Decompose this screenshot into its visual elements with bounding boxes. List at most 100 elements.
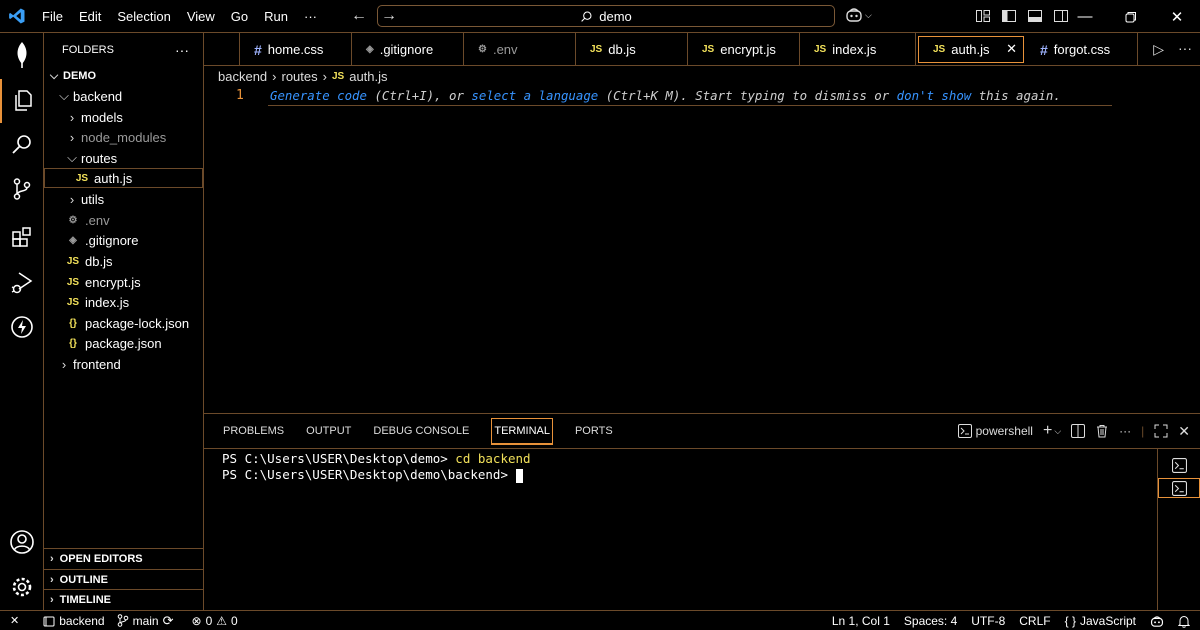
status-problems[interactable]: ⊗ 0 ⚠ 0 (180, 614, 244, 628)
tab-encrypt-js[interactable]: JS encrypt.js (688, 33, 800, 66)
status-branch[interactable]: main ⟳ (111, 613, 180, 629)
tab-db-js[interactable]: JS db.js (576, 33, 688, 66)
close-window-icon[interactable]: ✕ (1154, 0, 1200, 33)
tree-folder-utils[interactable]: › utils (44, 189, 203, 209)
remote-indicator[interactable]: ✕ (0, 614, 29, 627)
notifications-bell-icon[interactable] (1171, 615, 1200, 628)
close-tab-icon[interactable]: ✕ (1006, 41, 1017, 57)
close-panel-icon[interactable]: ✕ (1178, 423, 1190, 440)
menu-go[interactable]: Go (223, 0, 256, 33)
back-arrow-icon[interactable]: ← (351, 7, 367, 25)
tab-home-css[interactable]: # home.css (240, 33, 352, 66)
javascript-file-icon: JS (814, 44, 827, 55)
maximize-panel-icon[interactable] (1154, 424, 1168, 438)
settings-gear-icon[interactable] (0, 565, 44, 609)
split-terminal-icon[interactable] (1071, 424, 1086, 438)
tab-overflow-left[interactable] (204, 33, 240, 66)
source-control-icon[interactable] (0, 167, 44, 211)
toggle-panel-icon[interactable] (1027, 8, 1043, 24)
tree-file-index-js[interactable]: JS index.js (44, 292, 203, 312)
breadcrumb-item[interactable]: auth.js (349, 69, 387, 84)
run-and-debug-icon[interactable] (0, 261, 44, 305)
add-terminal-icon[interactable]: + (1043, 422, 1052, 440)
breadcrumb-item[interactable]: backend (218, 69, 267, 84)
command-center-search[interactable]: demo (377, 5, 835, 27)
minimize-icon[interactable]: — (1062, 0, 1108, 33)
section-open-editors[interactable]: › OPEN EDITORS (44, 548, 203, 569)
tab-gitignore[interactable]: ◈ .gitignore (352, 33, 464, 66)
section-outline[interactable]: › OUTLINE (44, 569, 203, 590)
mongodb-leaf-icon[interactable] (0, 33, 44, 77)
copilot-menu[interactable]: ⌵ (845, 7, 872, 23)
tab-forgot-css[interactable]: # forgot.css (1026, 33, 1138, 66)
section-timeline[interactable]: › TIMELINE (44, 589, 203, 610)
tree-folder-models[interactable]: › models (44, 107, 203, 127)
toggle-primary-sidebar-icon[interactable] (1001, 8, 1017, 24)
tree-file-gitignore[interactable]: ◈ .gitignore (44, 230, 203, 250)
shell-name: powershell (975, 424, 1033, 438)
customize-layout-icon[interactable] (975, 8, 991, 24)
copilot-status-icon[interactable] (1143, 615, 1171, 628)
search-view-icon[interactable] (0, 123, 44, 167)
terminal-output[interactable]: PS C:\Users\USER\Desktop\demo> cd backen… (204, 448, 1158, 611)
panel-tab-ports[interactable]: PORTS (564, 414, 624, 448)
panel-tab-terminal[interactable]: TERMINAL (480, 414, 564, 448)
javascript-file-icon: JS (590, 44, 603, 55)
tab-index-js[interactable]: JS index.js (800, 33, 916, 66)
tree-file-encrypt-js[interactable]: JS encrypt.js (44, 272, 203, 292)
terminal-shell-selector[interactable]: powershell (957, 424, 1033, 438)
explorer-icon[interactable] (0, 79, 44, 123)
menu-more[interactable]: ··· (296, 0, 325, 33)
tree-folder-frontend[interactable]: › frontend (44, 354, 203, 374)
more-actions-icon[interactable]: ··· (1178, 40, 1192, 56)
panel-tab-problems[interactable]: PROBLEMS (212, 414, 295, 448)
restore-icon[interactable] (1108, 0, 1154, 33)
tree-file-db-js[interactable]: JS db.js (44, 251, 203, 271)
chevron-right-icon: › (69, 191, 75, 207)
code-editor[interactable]: 1 Generate code (Ctrl+I), or select a la… (204, 86, 1200, 414)
more-actions-icon[interactable]: ··· (1119, 424, 1131, 438)
chevron-down-icon[interactable]: ⌵ (1054, 426, 1061, 437)
panel-tab-output[interactable]: OUTPUT (295, 414, 362, 448)
editor-hint-line[interactable]: Generate code (Ctrl+I), or select a lang… (268, 86, 1112, 106)
tab-auth-js[interactable]: JS auth.js ✕ (918, 36, 1024, 63)
status-eol[interactable]: CRLF (1012, 614, 1057, 628)
tree-file-env[interactable]: ⚙ .env (44, 210, 203, 230)
tree-folder-node-modules[interactable]: › node_modules (44, 127, 203, 147)
tree-item-label: .gitignore (85, 232, 139, 248)
menu-file[interactable]: File (34, 0, 71, 33)
terminal-instance-2[interactable] (1158, 478, 1200, 498)
tree-file-package-json[interactable]: {} package.json (44, 333, 203, 353)
tree-root-demo[interactable]: ⌵ DEMO (44, 66, 203, 86)
status-language[interactable]: { } JavaScript (1058, 614, 1143, 628)
tree-item-label: models (81, 109, 123, 125)
status-cursor-position[interactable]: Ln 1, Col 1 (825, 614, 897, 628)
terminal-instance-1[interactable] (1170, 456, 1188, 474)
breadcrumb-item[interactable]: routes (282, 69, 318, 84)
tree-file-auth-js[interactable]: JS auth.js (44, 168, 203, 188)
tree-folder-routes[interactable]: ⌵ routes (44, 148, 203, 168)
extensions-icon[interactable] (0, 215, 44, 259)
tree-item-label: frontend (73, 356, 121, 372)
thunder-client-icon[interactable] (0, 305, 44, 349)
select-language-link[interactable]: select a language (471, 88, 598, 103)
status-encoding[interactable]: UTF-8 (964, 614, 1012, 628)
account-icon[interactable] (0, 520, 44, 564)
tree-file-package-lock-json[interactable]: {} package-lock.json (44, 313, 203, 333)
tab-env[interactable]: ⚙ .env (464, 33, 576, 66)
menu-edit[interactable]: Edit (71, 0, 109, 33)
menu-selection[interactable]: Selection (109, 0, 178, 33)
run-play-icon[interactable]: ▷ (1153, 41, 1164, 58)
sync-icon: ⟳ (162, 612, 174, 628)
more-actions-icon[interactable]: ··· (175, 42, 189, 58)
trash-icon[interactable] (1095, 424, 1109, 438)
javascript-file-icon: JS (702, 44, 715, 55)
status-indentation[interactable]: Spaces: 4 (897, 614, 964, 628)
menu-run[interactable]: Run (256, 0, 296, 33)
status-folder[interactable]: backend (29, 614, 110, 628)
dont-show-link[interactable]: don't show (897, 88, 972, 103)
menu-view[interactable]: View (179, 0, 223, 33)
tree-folder-backend[interactable]: ⌵ backend (44, 86, 203, 106)
panel-tab-debug-console[interactable]: DEBUG CONSOLE (362, 414, 480, 448)
generate-code-link[interactable]: Generate code (270, 88, 367, 103)
